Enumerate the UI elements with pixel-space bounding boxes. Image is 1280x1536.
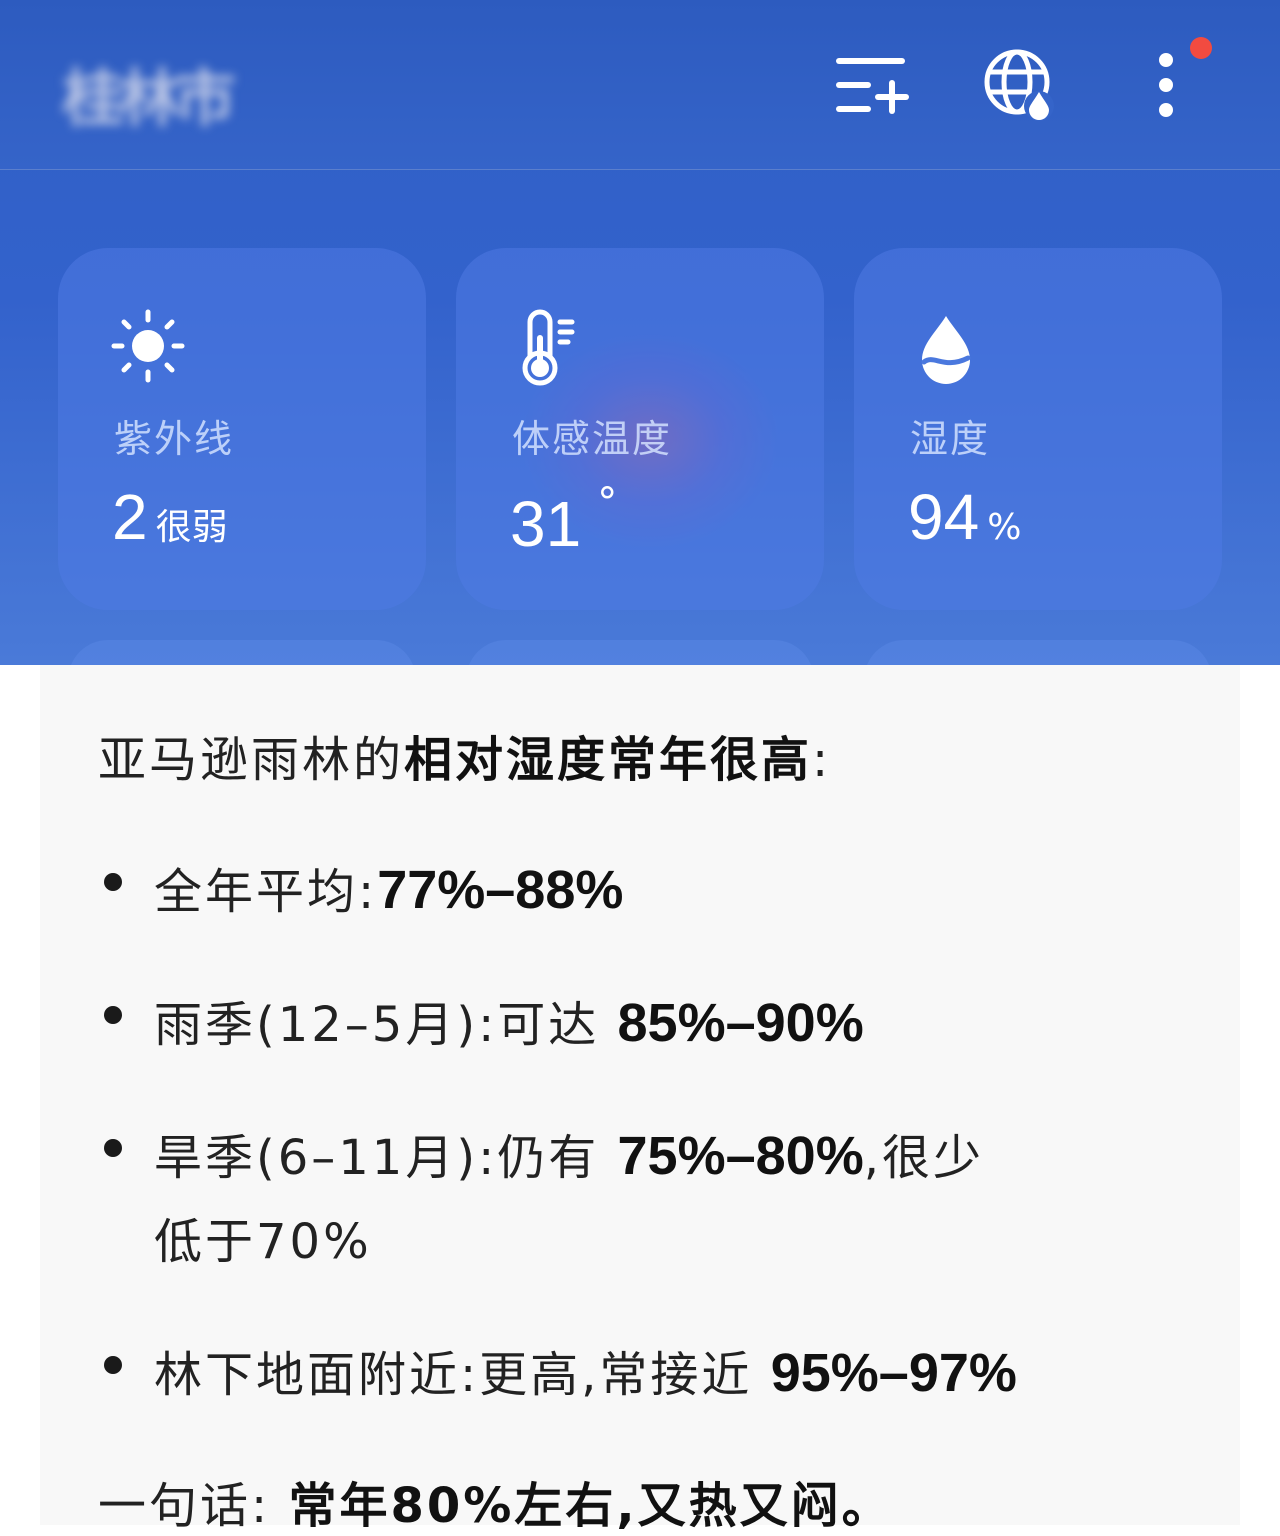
next-card-edge — [864, 640, 1212, 665]
item-value: 75%–80% — [617, 1126, 864, 1186]
water-drop-icon — [921, 316, 971, 384]
list-item-annual: 全年平均:77%–88% — [154, 852, 623, 922]
item-label: 林下地面附近:更高,常接近 — [154, 1347, 753, 1403]
item-suffix: ,很少 — [863, 1130, 984, 1186]
top-bar: 桂林市 — [0, 0, 1280, 170]
item-value: 85%–90% — [617, 993, 864, 1053]
answer-heading: 亚马逊雨林的相对湿度常年很高: — [98, 720, 831, 790]
item-value: 77%–88% — [377, 860, 624, 920]
summary-prefix: 一句话: — [98, 1478, 271, 1534]
sun-icon — [111, 309, 185, 383]
bullet-dot — [104, 1356, 122, 1374]
list-item-forest-floor: 林下地面附近:更高,常接近 95%–97% — [154, 1335, 1017, 1405]
item-value: 95%–97% — [770, 1343, 1017, 1403]
list-item-dry-season: 旱季(6–11月):仍有 75%–80%,很少 — [154, 1118, 984, 1188]
humidity-percent: 94 — [908, 481, 980, 553]
item-label: 全年平均: — [154, 864, 378, 920]
globe-button[interactable] — [980, 45, 1060, 125]
humidity-card[interactable]: 湿度 94% — [854, 248, 1222, 610]
item-label: 旱季(6–11月):仍有 — [154, 1130, 600, 1186]
list-add-icon — [836, 58, 909, 114]
uv-index: 2 — [112, 481, 148, 553]
list-item-rainy-season: 雨季(12–5月):可达 85%–90% — [154, 985, 864, 1055]
heading-suffix: : — [812, 732, 832, 788]
bullet-dot — [104, 1139, 122, 1157]
humidity-value: 94% — [908, 480, 1021, 554]
more-vertical-icon — [1159, 53, 1173, 117]
bullet-dot — [104, 873, 122, 891]
add-city-button[interactable] — [832, 45, 912, 125]
uv-value: 2 很弱 — [112, 480, 228, 554]
feels-like-label: 体感温度 — [512, 417, 673, 461]
uv-card[interactable]: 紫外线 2 很弱 — [58, 248, 426, 610]
summary-bold: 常年80%左右,又热又闷。 — [288, 1478, 893, 1534]
list-item-dry-season-line2: 低于70% — [154, 1214, 372, 1270]
humidity-label: 湿度 — [910, 417, 991, 461]
feels-like-value: 31 ° — [510, 480, 617, 561]
thermometer-icon — [522, 309, 575, 386]
uv-level: 很弱 — [155, 507, 228, 548]
feels-like-temp: 31 — [510, 488, 582, 560]
feels-like-card[interactable]: 体感温度 31 ° — [456, 248, 824, 610]
next-card-edge — [68, 640, 416, 665]
uv-label: 紫外线 — [114, 417, 235, 461]
item-label: 雨季(12–5月):可达 — [154, 997, 600, 1053]
weather-app-panel: 桂林市 紫外线 2 很弱 体感温度 31 ° 湿度 94 % — [0, 0, 1280, 665]
globe-drop-icon — [984, 49, 1054, 121]
next-card-edge — [466, 640, 814, 665]
city-name[interactable]: 桂林市 — [62, 48, 236, 138]
heading-prefix: 亚马逊雨林的 — [98, 732, 405, 788]
percent-unit: % — [987, 507, 1022, 548]
heading-bold: 相对湿度常年很高 — [404, 732, 813, 788]
bullet-dot — [104, 1006, 122, 1024]
notification-dot — [1190, 37, 1212, 59]
degree-symbol: ° — [597, 480, 618, 526]
answer-summary: 一句话: 常年80%左右,又热又闷。 — [98, 1466, 893, 1536]
